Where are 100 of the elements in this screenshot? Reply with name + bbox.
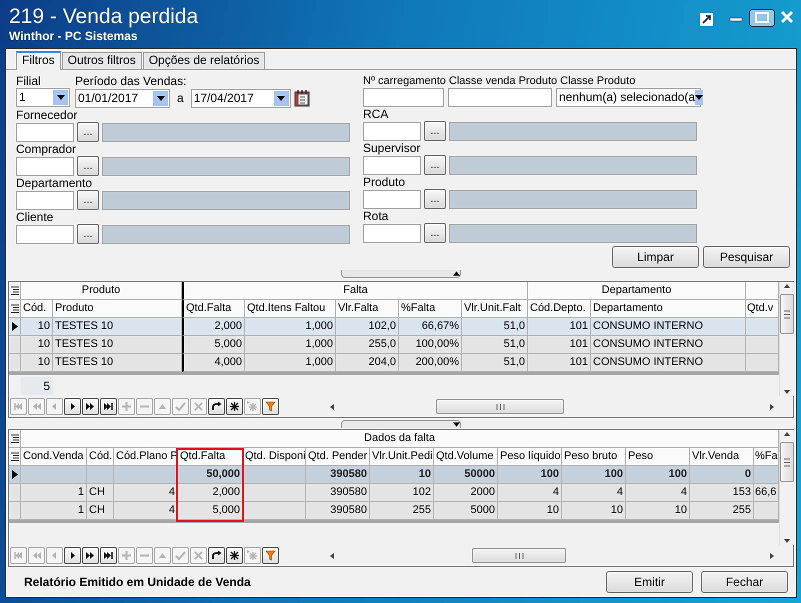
caret-up-icon xyxy=(453,271,460,276)
date-field[interactable]: 17/04/2017 xyxy=(190,88,291,108)
column-header[interactable]: Cód.Depto. xyxy=(528,300,591,318)
resize-icon[interactable] xyxy=(700,13,713,26)
last-record-button[interactable] xyxy=(100,547,117,564)
dropdown-field[interactable]: nenhum(a) selecionado(a xyxy=(556,88,701,107)
scrollbar-thumb[interactable] xyxy=(436,399,564,414)
band-header: Falta xyxy=(182,282,528,300)
row-indicator[interactable] xyxy=(9,318,21,336)
code-field[interactable] xyxy=(363,122,421,140)
lookup-button[interactable]: ... xyxy=(424,121,446,141)
table-cell: 51,0 xyxy=(462,354,528,372)
scrollbar-thumb[interactable] xyxy=(780,294,794,334)
column-header[interactable]: Vlr.Unit.Falt xyxy=(462,300,528,318)
action-button[interactable]: Limpar xyxy=(612,246,699,268)
field-label: Departamento xyxy=(16,177,94,190)
action-button[interactable]: Pesquisar xyxy=(703,246,790,268)
scroll-down-icon xyxy=(783,537,791,545)
column-header[interactable]: Qtd.Volume xyxy=(434,448,498,466)
asterisk-icon xyxy=(247,401,258,412)
vertical-scrollbar[interactable] xyxy=(779,282,794,396)
skip-forward-icon xyxy=(103,401,114,412)
column-header[interactable]: Qtd.Falta xyxy=(182,300,245,318)
total-cell xyxy=(21,466,87,484)
double-left-icon xyxy=(31,401,42,412)
splitter-handle[interactable] xyxy=(341,270,461,278)
code-field[interactable] xyxy=(16,122,74,142)
column-header[interactable]: Peso bruto xyxy=(562,448,626,466)
total-cell xyxy=(243,466,306,484)
lookup-button[interactable]: ... xyxy=(424,223,446,243)
column-header[interactable]: Qtd.Itens Faltou xyxy=(245,300,336,318)
close-button[interactable] xyxy=(779,9,795,25)
code-field[interactable] xyxy=(363,190,421,208)
next-record-button[interactable] xyxy=(64,547,81,564)
scroll-up-icon xyxy=(783,282,791,290)
text-field[interactable] xyxy=(448,88,552,107)
code-field[interactable] xyxy=(363,156,421,174)
column-header[interactable]: Peso xyxy=(626,448,690,466)
lookup-button[interactable]: ... xyxy=(77,156,99,176)
lookup-button[interactable]: ... xyxy=(77,224,99,244)
code-field[interactable] xyxy=(16,190,74,210)
next-page-button[interactable] xyxy=(82,547,99,564)
scrollbar-thumb[interactable] xyxy=(780,442,794,482)
refresh-button[interactable] xyxy=(208,547,225,564)
column-header[interactable]: Vlr.Falta xyxy=(336,300,399,318)
column-header[interactable]: Produto xyxy=(53,300,182,318)
column-header[interactable]: Departamento xyxy=(591,300,746,318)
tab[interactable]: Filtros xyxy=(16,51,61,70)
filial-dropdown[interactable]: 1 xyxy=(16,88,70,107)
code-field[interactable] xyxy=(16,156,74,176)
bookmark-button[interactable] xyxy=(226,398,243,415)
scroll-left-icon xyxy=(328,402,336,410)
range-separator: a xyxy=(176,90,185,107)
column-header[interactable]: %Falta xyxy=(399,300,462,318)
funnel-icon xyxy=(265,550,276,561)
table-cell: 4 xyxy=(562,484,626,502)
tab[interactable]: Outros filtros xyxy=(62,52,142,69)
last-record-button[interactable] xyxy=(100,398,117,415)
lookup-button[interactable]: ... xyxy=(424,189,446,209)
column-header[interactable]: Peso líquido xyxy=(498,448,562,466)
column-header[interactable]: %Fa xyxy=(754,448,779,466)
column-header[interactable]: Cond.Venda xyxy=(21,448,87,466)
scrollbar-thumb[interactable] xyxy=(472,548,566,563)
maximize-button[interactable] xyxy=(749,9,775,27)
code-field[interactable] xyxy=(363,224,421,242)
footer-button[interactable]: Fechar xyxy=(701,571,788,593)
table-cell: 255 xyxy=(370,502,434,520)
column-header[interactable]: Qtd. Disponi xyxy=(243,448,306,466)
filter-button[interactable] xyxy=(262,398,279,415)
asterisk-icon xyxy=(229,401,240,412)
field-label: Cliente xyxy=(16,211,54,224)
lookup-button[interactable]: ... xyxy=(77,122,99,142)
skip-forward-icon xyxy=(103,550,114,561)
table-cell: 51,0 xyxy=(462,336,528,354)
tab[interactable]: Opções de relatórios xyxy=(142,52,266,69)
row-indicator[interactable] xyxy=(9,466,21,484)
date-field[interactable]: 01/01/2017 xyxy=(75,88,170,108)
next-record-button[interactable] xyxy=(64,398,81,415)
lookup-button[interactable]: ... xyxy=(424,155,446,175)
bookmark-button[interactable] xyxy=(226,547,243,564)
column-header[interactable]: Qtd. Pender xyxy=(306,448,370,466)
code-field[interactable] xyxy=(16,224,74,244)
column-header[interactable]: Cód. xyxy=(87,448,114,466)
column-header[interactable]: Qtd.v xyxy=(746,300,779,318)
table-cell: 101 xyxy=(528,318,591,336)
table-cell: 5,000 xyxy=(178,502,243,520)
lookup-button[interactable]: ... xyxy=(77,190,99,210)
vertical-scrollbar[interactable] xyxy=(779,430,794,545)
column-header[interactable]: Cód. xyxy=(21,300,53,318)
splitter-handle[interactable] xyxy=(341,420,461,428)
total-cell xyxy=(754,466,779,484)
dropdown-arrow-icon xyxy=(56,95,64,100)
refresh-button[interactable] xyxy=(208,398,225,415)
text-field[interactable] xyxy=(363,88,444,107)
next-page-button[interactable] xyxy=(82,398,99,415)
footer-button[interactable]: Emitir xyxy=(606,571,693,593)
column-header[interactable]: Vlr.Unit.Pedi xyxy=(370,448,434,466)
column-header[interactable]: Vlr.Venda xyxy=(690,448,754,466)
table-cell: 100,00% xyxy=(399,336,462,354)
filter-button[interactable] xyxy=(262,547,279,564)
